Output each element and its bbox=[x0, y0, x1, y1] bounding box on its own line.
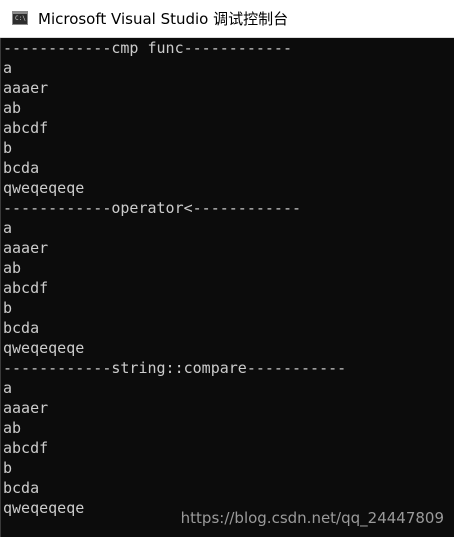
console-line: ab bbox=[3, 259, 22, 277]
console-line: bcda bbox=[3, 479, 40, 497]
console-line: b bbox=[3, 139, 13, 157]
console-line: bcda bbox=[3, 159, 40, 177]
console-line: ab bbox=[3, 99, 22, 117]
console-line: bcda bbox=[3, 319, 40, 337]
console-line: ab bbox=[3, 419, 22, 437]
watermark-url: https://blog.csdn.net/qq_24447809 bbox=[180, 509, 444, 527]
window-title: Microsoft Visual Studio 调试控制台 bbox=[38, 10, 289, 28]
window-left-border bbox=[0, 38, 1, 537]
console-line: a bbox=[3, 219, 13, 237]
console-line-separator: ------------cmp func------------ bbox=[3, 39, 292, 57]
console-line: aaaer bbox=[3, 399, 49, 417]
window-titlebar[interactable]: C:\ Microsoft Visual Studio 调试控制台 bbox=[0, 0, 454, 38]
console-output[interactable]: ------------cmp func------------ a aaaer… bbox=[3, 38, 454, 537]
console-line: qweqeqeqe bbox=[3, 179, 85, 197]
console-line: abcdf bbox=[3, 279, 49, 297]
console-icon-glyph: C:\ bbox=[15, 15, 26, 22]
console-line: aaaer bbox=[3, 239, 49, 257]
console-line: a bbox=[3, 379, 13, 397]
console-line: abcdf bbox=[3, 439, 49, 457]
console-app-icon: C:\ bbox=[12, 11, 28, 25]
console-line: aaaer bbox=[3, 79, 49, 97]
console-line-separator: ------------operator<------------ bbox=[3, 199, 302, 217]
console-line: qweqeqeqe bbox=[3, 339, 85, 357]
console-line: b bbox=[3, 299, 13, 317]
console-line-separator: ------------string::compare----------- bbox=[3, 359, 347, 377]
console-line: b bbox=[3, 459, 13, 477]
console-line: a bbox=[3, 59, 13, 77]
console-line: abcdf bbox=[3, 119, 49, 137]
